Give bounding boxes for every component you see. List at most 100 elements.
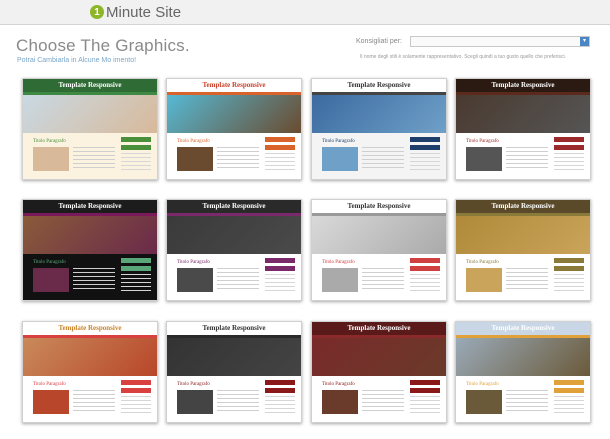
template-card-sidebar (554, 380, 584, 416)
template-card-body: Titolo Paragrafo (312, 254, 446, 300)
template-card-thumbnail (177, 390, 213, 414)
sidebar-button (554, 380, 584, 385)
sidebar-button (410, 388, 440, 393)
template-card[interactable]: Template Responsive Titolo Paragrafo (22, 78, 158, 180)
sidebar-button (554, 145, 584, 150)
template-card-body: Titolo Paragrafo (456, 133, 590, 179)
template-card-hero-image (167, 95, 301, 133)
template-card-body: Titolo Paragrafo (167, 376, 301, 422)
template-card[interactable]: Template Responsive Titolo Paragrafo (311, 199, 447, 301)
template-card-hero-image (312, 216, 446, 254)
template-card[interactable]: Template Responsive Titolo Paragrafo (22, 321, 158, 423)
category-select[interactable]: ▾ (410, 36, 590, 47)
sidebar-text-lines (265, 153, 295, 173)
template-card[interactable]: Template Responsive Titolo Paragrafo (455, 321, 591, 423)
sidebar-text-lines (410, 274, 440, 294)
template-card-body: Titolo Paragrafo (456, 254, 590, 300)
sidebar-button (265, 258, 295, 263)
sidebar-button (410, 380, 440, 385)
sidebar-button (121, 388, 151, 393)
sidebar-button (121, 137, 151, 142)
template-card-text-lines (362, 147, 404, 171)
sidebar-text-lines (410, 153, 440, 173)
template-card-sidebar (121, 137, 151, 173)
template-card-hero-image (312, 95, 446, 133)
template-card-paragraph-title: Titolo Paragrafo (322, 382, 355, 387)
template-card-hero-image (23, 216, 157, 254)
template-card-body: Titolo Paragrafo (23, 133, 157, 179)
sidebar-button (554, 266, 584, 271)
template-card-sidebar (265, 258, 295, 294)
template-card-thumbnail (466, 147, 502, 171)
template-card-paragraph-title: Titolo Paragrafo (33, 139, 66, 144)
template-card-paragraph-title: Titolo Paragrafo (177, 382, 210, 387)
sidebar-text-lines (410, 396, 440, 416)
page-subtitle: Potrai Cambiarla in Alcune Mo imento! (17, 57, 137, 64)
template-card-hero-image (456, 216, 590, 254)
template-card-body: Titolo Paragrafo (312, 133, 446, 179)
page-title: Choose The Graphics. (16, 36, 190, 55)
template-card-hero-image (23, 95, 157, 133)
select-label: Konsigliati per: (356, 38, 402, 45)
site-logo[interactable]: 1 Minute Site (90, 3, 181, 21)
sidebar-text-lines (265, 396, 295, 416)
template-card-title: Template Responsive (456, 200, 590, 213)
template-card-hero-image (456, 338, 590, 376)
template-card-text-lines (73, 147, 115, 171)
template-card-thumbnail (177, 147, 213, 171)
template-card-sidebar (554, 258, 584, 294)
template-card-paragraph-title: Titolo Paragrafo (33, 382, 66, 387)
template-card[interactable]: Template Responsive Titolo Paragrafo (455, 78, 591, 180)
template-card-text-lines (217, 147, 259, 171)
template-card-hero-image (167, 338, 301, 376)
template-card-body: Titolo Paragrafo (312, 376, 446, 422)
template-card[interactable]: Template Responsive Titolo Paragrafo (166, 199, 302, 301)
template-card-paragraph-title: Titolo Paragrafo (466, 139, 499, 144)
sidebar-button (554, 137, 584, 142)
template-card-paragraph-title: Titolo Paragrafo (177, 139, 210, 144)
template-card-body: Titolo Paragrafo (167, 254, 301, 300)
sidebar-button (121, 145, 151, 150)
template-card-sidebar (265, 380, 295, 416)
template-card[interactable]: Template Responsive Titolo Paragrafo (311, 78, 447, 180)
template-card[interactable]: Template Responsive Titolo Paragrafo (311, 321, 447, 423)
template-card-paragraph-title: Titolo Paragrafo (33, 260, 66, 265)
sidebar-button (554, 388, 584, 393)
template-card[interactable]: Template Responsive Titolo Paragrafo (22, 199, 158, 301)
template-card-thumbnail (466, 268, 502, 292)
template-card-thumbnail (322, 147, 358, 171)
template-card-text-lines (217, 390, 259, 414)
sidebar-button (265, 266, 295, 271)
template-card-body: Titolo Paragrafo (23, 254, 157, 300)
logo-mark-icon: 1 (90, 5, 104, 19)
template-card-paragraph-title: Titolo Paragrafo (322, 260, 355, 265)
top-bar: 1 Minute Site (0, 0, 610, 25)
template-card-title: Template Responsive (23, 200, 157, 213)
sidebar-text-lines (265, 274, 295, 294)
template-card-title: Template Responsive (167, 200, 301, 213)
sidebar-text-lines (554, 396, 584, 416)
template-card-title: Template Responsive (23, 322, 157, 335)
sidebar-button (410, 137, 440, 142)
template-card-sidebar (410, 258, 440, 294)
template-card-sidebar (410, 380, 440, 416)
template-card-title: Template Responsive (312, 79, 446, 92)
template-card-hero-image (312, 338, 446, 376)
sidebar-button (410, 145, 440, 150)
template-card[interactable]: Template Responsive Titolo Paragrafo (455, 199, 591, 301)
template-card[interactable]: Template Responsive Titolo Paragrafo (166, 78, 302, 180)
template-card-title: Template Responsive (456, 79, 590, 92)
sidebar-button (410, 266, 440, 271)
template-card-body: Titolo Paragrafo (23, 376, 157, 422)
template-card[interactable]: Template Responsive Titolo Paragrafo (166, 321, 302, 423)
template-card-body: Titolo Paragrafo (167, 133, 301, 179)
template-card-hero-image (167, 216, 301, 254)
template-card-sidebar (554, 137, 584, 173)
template-card-body: Titolo Paragrafo (456, 376, 590, 422)
template-card-title: Template Responsive (167, 79, 301, 92)
sidebar-text-lines (121, 274, 151, 294)
sidebar-button (265, 137, 295, 142)
sidebar-button (265, 380, 295, 385)
chevron-down-icon[interactable]: ▾ (580, 37, 589, 46)
logo-text: Minute Site (106, 3, 182, 21)
